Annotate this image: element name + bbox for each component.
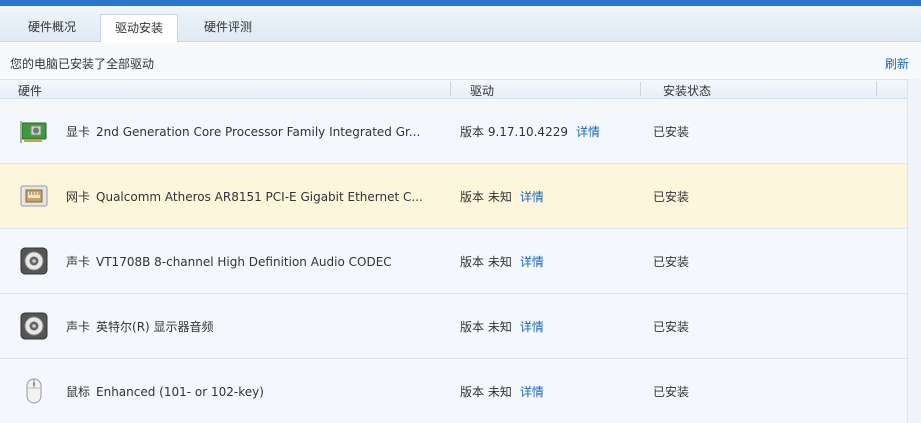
- table-row[interactable]: 声卡 英特尔(R) 显示器音频 版本 未知 详情 已安装: [0, 294, 921, 359]
- column-divider: [640, 82, 641, 96]
- install-status: 已安装: [653, 255, 690, 269]
- detail-link[interactable]: 详情: [576, 125, 600, 139]
- refresh-link[interactable]: 刷新: [885, 55, 909, 72]
- detail-link[interactable]: 详情: [520, 255, 544, 269]
- tab-hardware-benchmark[interactable]: 硬件评测: [190, 14, 266, 42]
- hardware-name: Qualcomm Atheros AR8151 PCI-E Gigabit Et…: [96, 190, 423, 204]
- column-divider: [876, 82, 877, 96]
- vertical-scrollbar[interactable]: [907, 79, 921, 423]
- hardware-name: VT1708B 8-channel High Definition Audio …: [96, 255, 392, 269]
- table-row[interactable]: 网卡 Qualcomm Atheros AR8151 PCI-E Gigabit …: [0, 164, 921, 229]
- hardware-category: 声卡: [66, 320, 91, 334]
- column-divider: [450, 82, 451, 96]
- hardware-name: Enhanced (101- or 102-key): [96, 385, 264, 399]
- hardware-category: 声卡: [66, 255, 91, 269]
- detail-link[interactable]: 详情: [520, 190, 544, 204]
- mouse-icon: [26, 378, 42, 404]
- info-bar: 您的电脑已安装了全部驱动 刷新: [0, 43, 921, 79]
- detail-link[interactable]: 详情: [520, 385, 544, 399]
- table-row[interactable]: 声卡 VT1708B 8-channel High Definition Audi…: [0, 229, 921, 294]
- driver-list: 显卡 2nd Generation Core Processor Family I…: [0, 99, 921, 423]
- speaker-icon: [20, 247, 48, 275]
- status-message: 您的电脑已安装了全部驱动: [10, 57, 155, 71]
- hardware-category: 显卡: [66, 125, 91, 139]
- tab-hardware-overview[interactable]: 硬件概况: [14, 14, 90, 42]
- table-row[interactable]: 鼠标 Enhanced (101- or 102-key) 版本 未知 详情 已安装: [0, 359, 921, 423]
- driver-version: 版本 9.17.10.4229: [460, 125, 568, 139]
- install-status: 已安装: [653, 125, 690, 139]
- install-status: 已安装: [653, 320, 690, 334]
- table-row[interactable]: 显卡 2nd Generation Core Processor Family I…: [0, 99, 921, 164]
- driver-version: 版本 未知: [460, 385, 512, 399]
- install-status: 已安装: [653, 385, 690, 399]
- column-header-hardware[interactable]: 硬件: [18, 82, 42, 99]
- speaker-icon: [20, 312, 48, 340]
- table-header: 硬件 驱动 安装状态: [0, 79, 921, 99]
- driver-version: 版本 未知: [460, 320, 512, 334]
- driver-version: 版本 未知: [460, 255, 512, 269]
- install-status: 已安装: [653, 190, 690, 204]
- column-header-driver[interactable]: 驱动: [470, 82, 494, 99]
- tab-driver-install[interactable]: 驱动安装: [100, 14, 179, 43]
- hardware-category: 鼠标: [66, 385, 91, 399]
- driver-version: 版本 未知: [460, 190, 512, 204]
- hardware-category: 网卡: [66, 190, 91, 204]
- detail-link[interactable]: 详情: [520, 320, 544, 334]
- hardware-name: 2nd Generation Core Processor Family Int…: [96, 125, 421, 139]
- graphics-card-icon: [20, 121, 47, 143]
- tab-bar: 硬件概况 驱动安装 硬件评测: [0, 6, 921, 43]
- hardware-name: 英特尔(R) 显示器音频: [96, 320, 214, 334]
- column-header-status[interactable]: 安装状态: [663, 82, 711, 99]
- network-card-icon: [20, 185, 48, 207]
